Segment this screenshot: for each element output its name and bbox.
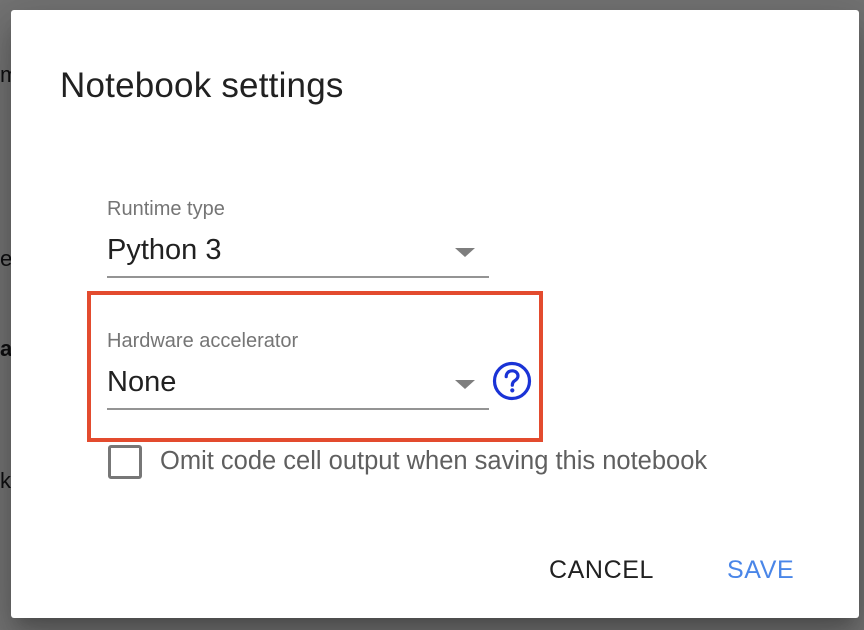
runtime-type-label: Runtime type — [107, 198, 225, 220]
omit-output-label[interactable]: Omit code cell output when saving this n… — [160, 447, 707, 476]
omit-output-option[interactable]: Omit code cell output when saving this n… — [107, 444, 787, 480]
dialog-title: Notebook settings — [60, 66, 344, 105]
cancel-button[interactable]: CANCEL — [549, 550, 654, 590]
runtime-type-value[interactable]: Python 3 — [107, 234, 221, 267]
hardware-accelerator-underline — [107, 408, 489, 410]
runtime-type-underline — [107, 276, 489, 278]
help-circle-icon[interactable] — [491, 360, 533, 402]
hardware-accelerator-select[interactable]: Hardware accelerator None — [107, 330, 489, 410]
dropdown-arrow-icon[interactable] — [455, 380, 475, 389]
notebook-settings-dialog: Notebook settings Runtime type Python 3 … — [11, 10, 859, 618]
runtime-type-select[interactable]: Runtime type Python 3 — [107, 198, 489, 278]
omit-output-checkbox[interactable] — [108, 445, 142, 479]
hardware-accelerator-value[interactable]: None — [107, 366, 176, 399]
dropdown-arrow-icon[interactable] — [455, 248, 475, 257]
hardware-accelerator-label: Hardware accelerator — [107, 330, 299, 352]
save-button[interactable]: SAVE — [727, 550, 794, 590]
